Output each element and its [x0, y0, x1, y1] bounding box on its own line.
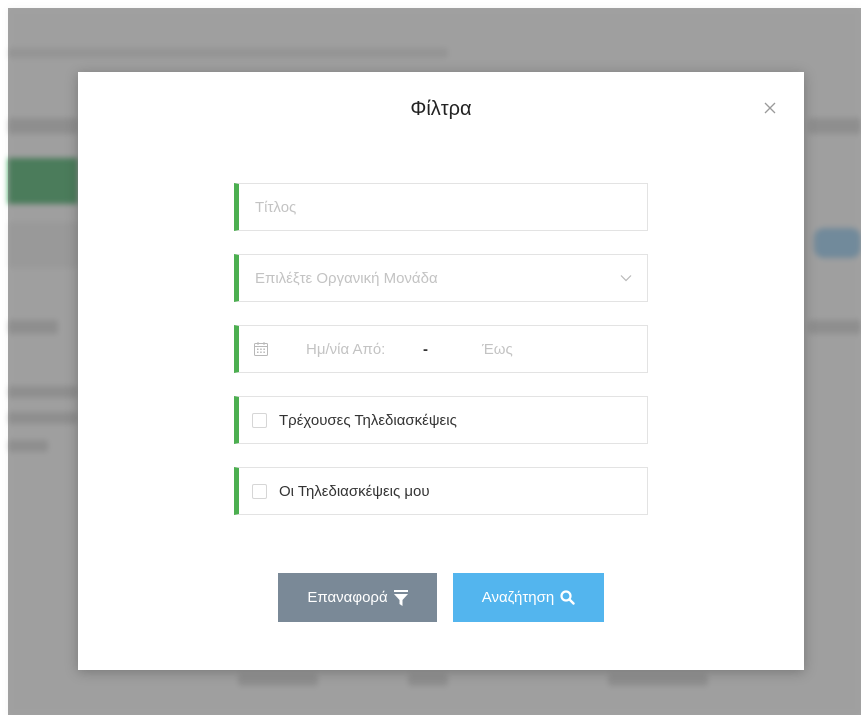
calendar-icon	[254, 342, 268, 356]
date-from-input[interactable]: Ημ/νία Από:	[306, 341, 411, 358]
close-icon	[764, 102, 776, 114]
search-button[interactable]: Αναζήτηση	[453, 573, 604, 622]
modal-title: Φίλτρα	[410, 98, 472, 120]
date-separator: -	[423, 340, 428, 358]
my-conferences-checkbox[interactable]	[252, 483, 267, 499]
current-conferences-checkbox[interactable]	[252, 412, 267, 428]
current-conferences-label: Τρέχουσες Τηλεδιασκέψεις	[279, 411, 457, 429]
search-button-label: Αναζήτηση	[481, 589, 555, 606]
filters-modal: Φίλτρα Επιλέξτε Οργανική Μονάδα Ημ/νία Α…	[78, 72, 804, 670]
reset-button-label: Επαναφορά	[307, 589, 388, 606]
reset-button[interactable]: Επαναφορά	[278, 573, 437, 622]
filter-icon	[393, 589, 408, 606]
close-button[interactable]	[760, 98, 780, 118]
title-field	[234, 183, 648, 231]
date-range-field[interactable]: Ημ/νία Από: - Έως	[234, 325, 648, 373]
my-conferences-label: Οι Τηλεδιασκέψεις μου	[279, 482, 430, 500]
current-conferences-field[interactable]: Τρέχουσες Τηλεδιασκέψεις	[234, 396, 648, 444]
title-input[interactable]	[239, 184, 647, 230]
search-icon	[560, 590, 575, 605]
org-unit-placeholder: Επιλέξτε Οργανική Μονάδα	[255, 269, 438, 287]
my-conferences-field[interactable]: Οι Τηλεδιασκέψεις μου	[234, 467, 648, 515]
org-unit-select[interactable]: Επιλέξτε Οργανική Μονάδα	[234, 254, 648, 302]
chevron-down-icon	[620, 275, 632, 282]
date-to-input[interactable]: Έως	[482, 341, 513, 358]
